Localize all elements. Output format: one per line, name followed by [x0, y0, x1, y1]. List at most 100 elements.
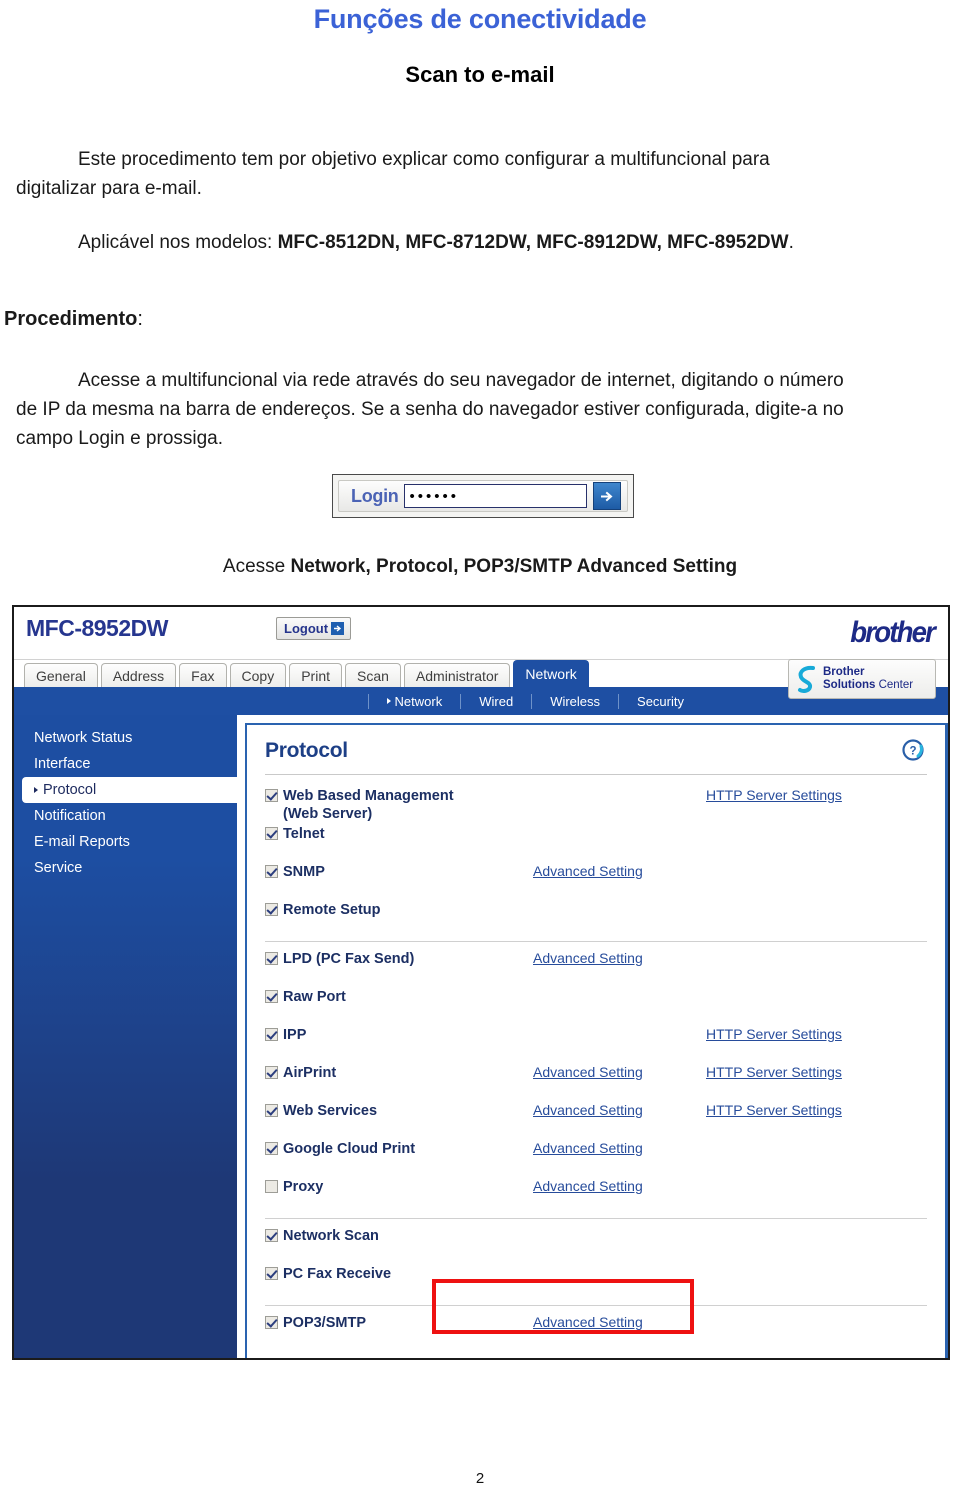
- link-advanced-setting-lpd[interactable]: Advanced Setting: [533, 950, 643, 966]
- solutions-line-2-rest: Center: [875, 679, 914, 691]
- protocol-link-b: HTTP Server Settings: [706, 1064, 927, 1082]
- checkbox-airprint[interactable]: [265, 1066, 278, 1079]
- tab-administrator[interactable]: Administrator: [403, 663, 511, 687]
- sidebar-label-network-status: Network Status: [34, 730, 133, 746]
- protocol-checkbox-cell[interactable]: Remote Setup: [265, 901, 533, 919]
- protocol-checkbox-cell[interactable]: Web Based Management (Web Server): [265, 787, 533, 823]
- subnav-item-network[interactable]: Network: [367, 693, 461, 709]
- link-advanced-setting-pop3-smtp[interactable]: Advanced Setting: [533, 1314, 643, 1330]
- link-http-server-settings-airprint[interactable]: HTTP Server Settings: [706, 1064, 842, 1080]
- login-label: Login: [351, 485, 399, 506]
- device-model-label: MFC-8952DW: [26, 615, 168, 641]
- protocol-checkbox-cell[interactable]: POP3/SMTP: [265, 1314, 533, 1332]
- sidebar-item-protocol[interactable]: Protocol: [22, 777, 257, 803]
- protocol-checkbox-cell[interactable]: Proxy: [265, 1178, 533, 1196]
- link-advanced-setting-google-cloud-print[interactable]: Advanced Setting: [533, 1140, 643, 1156]
- sidebar-item-notification[interactable]: Notification: [14, 803, 237, 829]
- protocol-row: SNMP Advanced Setting: [265, 861, 927, 899]
- protocol-checkbox-cell[interactable]: PC Fax Receive: [265, 1265, 533, 1283]
- question-mark-help-icon[interactable]: ?: [901, 737, 927, 768]
- protocol-link-a: Advanced Setting: [533, 1102, 706, 1120]
- subnav-item-wired[interactable]: Wired: [460, 693, 531, 709]
- link-advanced-setting-web-services[interactable]: Advanced Setting: [533, 1102, 643, 1118]
- left-sidebar: Network Status Interface Protocol Notifi…: [14, 715, 257, 1358]
- checkbox-google-cloud-print[interactable]: [265, 1142, 278, 1155]
- protocol-label-snmp: SNMP: [283, 864, 325, 880]
- protocol-label-web-based-management: Web Based Management (Web Server): [283, 788, 454, 822]
- login-submit-button[interactable]: [593, 482, 621, 510]
- sidebar-label-notification: Notification: [34, 808, 106, 824]
- link-advanced-setting-proxy[interactable]: Advanced Setting: [533, 1178, 643, 1194]
- tab-general[interactable]: General: [24, 663, 98, 687]
- link-http-server-settings[interactable]: HTTP Server Settings: [706, 787, 842, 803]
- access-path: Network, Protocol, POP3/SMTP Advanced Se…: [290, 556, 738, 577]
- protocol-link-a: Advanced Setting: [533, 950, 706, 968]
- caret-right-icon: [386, 698, 391, 704]
- link-http-server-settings-ipp[interactable]: HTTP Server Settings: [706, 1026, 842, 1042]
- sidebar-item-network-status[interactable]: Network Status: [14, 725, 237, 751]
- checkbox-proxy[interactable]: [265, 1180, 278, 1193]
- checkbox-remote-setup[interactable]: [265, 903, 278, 916]
- sidebar-item-service[interactable]: Service: [14, 855, 237, 881]
- models-prefix: Aplicável nos modelos:: [78, 232, 278, 253]
- protocol-label-lpd: LPD (PC Fax Send): [283, 951, 415, 967]
- protocol-link-a: Advanced Setting: [533, 1178, 706, 1196]
- login-password-input[interactable]: ••••••: [404, 484, 587, 508]
- protocol-checkbox-cell[interactable]: SNMP: [265, 863, 533, 881]
- arrow-right-icon: [600, 491, 613, 501]
- protocol-checkbox-cell[interactable]: Google Cloud Print: [265, 1140, 533, 1158]
- checkbox-web-services[interactable]: [265, 1104, 278, 1117]
- protocol-label-network-scan: Network Scan: [283, 1228, 379, 1244]
- protocol-checkbox-cell[interactable]: Telnet: [265, 825, 533, 843]
- login-widget-inner: Login ••••••: [338, 480, 628, 512]
- section-heading: Scan to e-mail: [405, 62, 555, 87]
- checkbox-network-scan[interactable]: [265, 1229, 278, 1242]
- tab-address[interactable]: Address: [100, 663, 177, 687]
- brother-solutions-center-button[interactable]: Brother Solutions Center: [788, 659, 936, 699]
- checkbox-snmp[interactable]: [265, 865, 278, 878]
- link-advanced-setting-airprint[interactable]: Advanced Setting: [533, 1064, 643, 1080]
- checkbox-web-based-management[interactable]: [265, 789, 278, 802]
- checkbox-pc-fax-receive[interactable]: [265, 1267, 278, 1280]
- subnav-item-security[interactable]: Security: [618, 693, 702, 709]
- subnav-label-security: Security: [637, 693, 684, 709]
- content-wrapper: Protocol ? Web Based Management (Web Ser…: [237, 715, 948, 1358]
- procedure-label: Procedimento:: [4, 308, 143, 331]
- protocol-row: PC Fax Receive: [265, 1263, 927, 1301]
- sidebar-label-protocol: Protocol: [43, 782, 97, 798]
- panel-header: Protocol ?: [265, 739, 927, 775]
- webui-body: Network Status Interface Protocol Notifi…: [14, 715, 948, 1358]
- checkbox-pop3-smtp[interactable]: [265, 1316, 278, 1329]
- protocol-checkbox-cell[interactable]: Web Services: [265, 1102, 533, 1120]
- protocol-checkbox-cell[interactable]: IPP: [265, 1026, 533, 1044]
- protocol-row: Telnet: [265, 823, 927, 861]
- tab-fax[interactable]: Fax: [179, 663, 227, 687]
- link-advanced-setting-snmp[interactable]: Advanced Setting: [533, 863, 643, 879]
- checkbox-telnet[interactable]: [265, 827, 278, 840]
- protocol-link-a: Advanced Setting: [533, 1140, 706, 1158]
- tab-scan[interactable]: Scan: [345, 663, 401, 687]
- logout-button[interactable]: Logout: [276, 617, 352, 640]
- solutions-line-1: Brother: [823, 666, 865, 678]
- sidebar-item-email-reports[interactable]: E-mail Reports: [14, 829, 237, 855]
- protocol-checkbox-cell[interactable]: Raw Port: [265, 988, 533, 1006]
- checkbox-ipp[interactable]: [265, 1028, 278, 1041]
- protocol-checkbox-cell[interactable]: Network Scan: [265, 1227, 533, 1245]
- sidebar-item-interface[interactable]: Interface: [14, 751, 237, 777]
- tab-copy[interactable]: Copy: [229, 663, 287, 687]
- tab-network[interactable]: Network: [513, 660, 589, 687]
- tab-print[interactable]: Print: [289, 663, 342, 687]
- protocol-label-proxy: Proxy: [283, 1179, 324, 1195]
- protocol-row: Google Cloud Print Advanced Setting: [265, 1138, 927, 1176]
- protocol-checkbox-cell[interactable]: LPD (PC Fax Send): [265, 950, 533, 968]
- caret-right-icon: [34, 787, 38, 793]
- checkbox-raw-port[interactable]: [265, 990, 278, 1003]
- protocol-checkbox-cell[interactable]: AirPrint: [265, 1064, 533, 1082]
- subnav-item-wireless[interactable]: Wireless: [531, 693, 618, 709]
- checkbox-lpd[interactable]: [265, 952, 278, 965]
- protocol-link-a: Advanced Setting: [533, 1064, 706, 1082]
- protocol-row: Remote Setup: [265, 899, 927, 937]
- models-paragraph: Aplicável nos modelos: MFC-8512DN, MFC-8…: [16, 228, 896, 257]
- logout-arrow-icon: [331, 622, 345, 635]
- link-http-server-settings-web-services[interactable]: HTTP Server Settings: [706, 1102, 842, 1118]
